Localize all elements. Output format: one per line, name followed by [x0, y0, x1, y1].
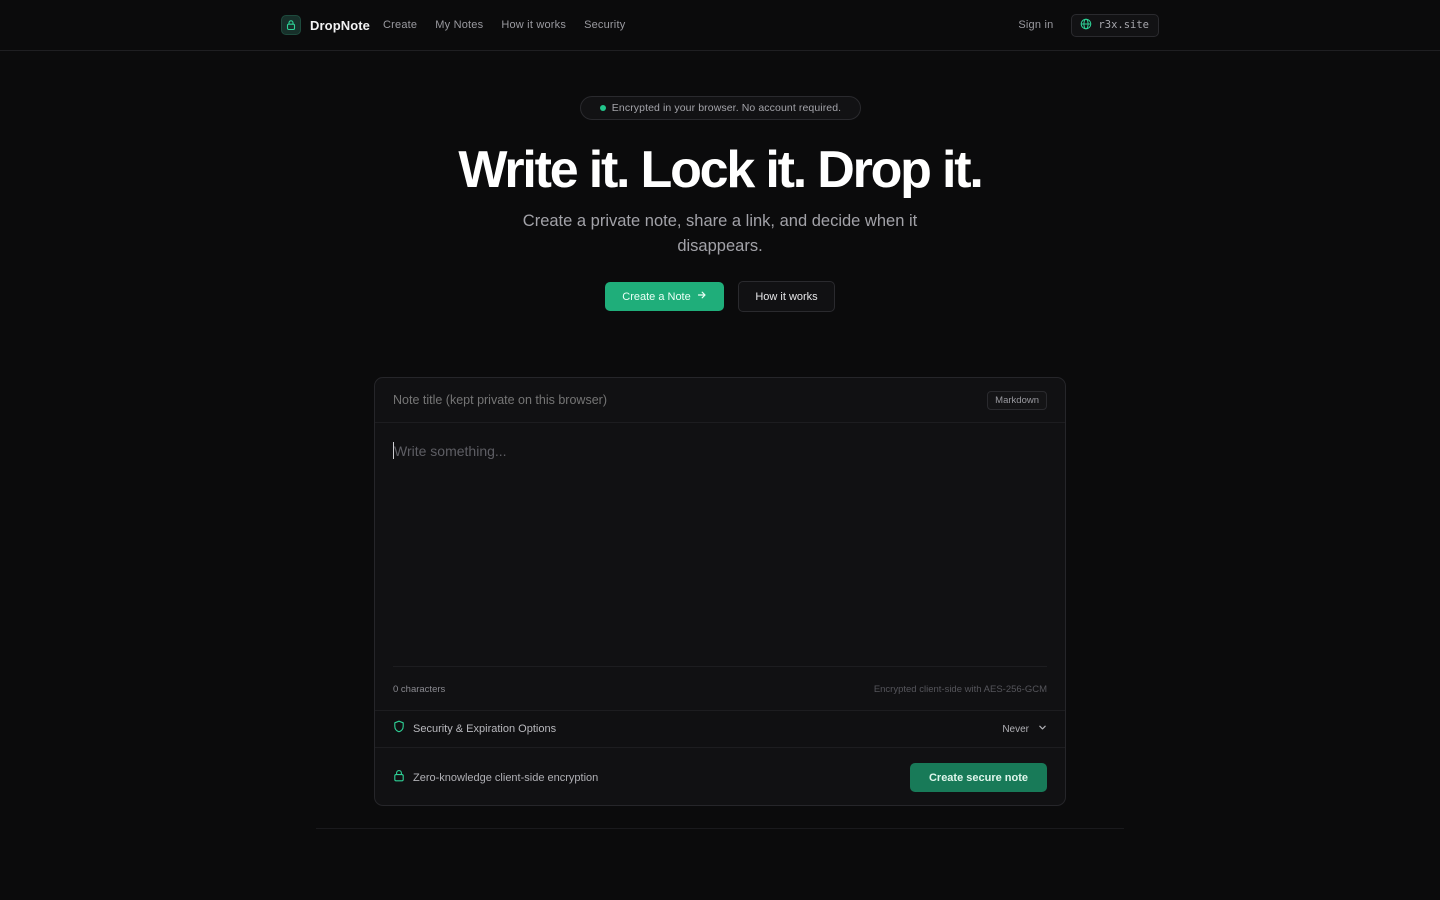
note-editor-card: Markdown Write something... 0 characters…: [374, 377, 1066, 806]
site-chip-label: r3x.site: [1098, 19, 1149, 31]
top-navigation-inner: DropNote Create My Notes How it works Se…: [281, 0, 1159, 50]
cta-row: Create a Note How it works: [0, 281, 1440, 312]
nav-link-how-it-works[interactable]: How it works: [501, 19, 566, 31]
encryption-note: Encrypted client-side with AES-256-GCM: [873, 683, 1047, 695]
status-dot: [599, 105, 606, 111]
arrow-right-icon: [697, 290, 707, 303]
note-meta-row: 0 characters Encrypted client-side with …: [393, 666, 1047, 711]
note-body-textarea[interactable]: Write something...: [393, 442, 1047, 662]
nav-link-create[interactable]: Create: [383, 19, 417, 31]
top-navigation-bar: DropNote Create My Notes How it works Se…: [0, 0, 1440, 51]
markdown-chip[interactable]: Markdown: [987, 390, 1047, 410]
hero-subtitle: Create a private note, share a link, and…: [522, 212, 918, 255]
create-secure-note-button[interactable]: Create secure note: [910, 763, 1047, 792]
nav-link-security[interactable]: Security: [584, 19, 625, 31]
hero-title: Write it. Lock it. Drop it.: [458, 141, 983, 199]
sign-in-link[interactable]: Sign in: [1018, 19, 1053, 31]
brand[interactable]: DropNote: [281, 15, 370, 35]
main-nav: Create My Notes How it works Security: [383, 19, 625, 31]
brand-name: DropNote: [310, 17, 371, 33]
note-body-placeholder: Write something...: [394, 443, 507, 459]
note-footer-row: Zero-knowledge client-side encryption Cr…: [375, 748, 1065, 805]
expiration-value: Never: [1002, 723, 1029, 735]
chevron-down-icon: [1038, 723, 1047, 735]
lock-icon: [281, 15, 301, 35]
security-options-toggle[interactable]: Security & Expiration Options Never: [375, 710, 1065, 748]
note-title-row: Markdown: [375, 378, 1065, 423]
encryption-badge-text: Encrypted in your browser. No account re…: [611, 102, 842, 114]
create-note-button[interactable]: Create a Note: [605, 282, 724, 311]
nav-right: Sign in r3x.site: [1018, 13, 1159, 37]
section-divider: [316, 828, 1124, 829]
encryption-badge: Encrypted in your browser. No account re…: [580, 96, 861, 120]
lock-icon: [393, 769, 405, 787]
site-chip[interactable]: r3x.site: [1071, 13, 1159, 37]
expiration-select[interactable]: Never: [1002, 723, 1047, 735]
nav-link-my-notes[interactable]: My Notes: [435, 19, 483, 31]
how-it-works-button[interactable]: How it works: [738, 281, 835, 312]
shield-icon: [393, 720, 405, 738]
zero-knowledge-label: Zero-knowledge client-side encryption: [413, 771, 599, 784]
note-title-input[interactable]: [393, 393, 953, 407]
character-count: 0 characters: [393, 683, 446, 695]
globe-icon: [1080, 18, 1092, 33]
security-options-label: Security & Expiration Options: [413, 723, 557, 735]
create-note-button-label: Create a Note: [622, 290, 691, 303]
